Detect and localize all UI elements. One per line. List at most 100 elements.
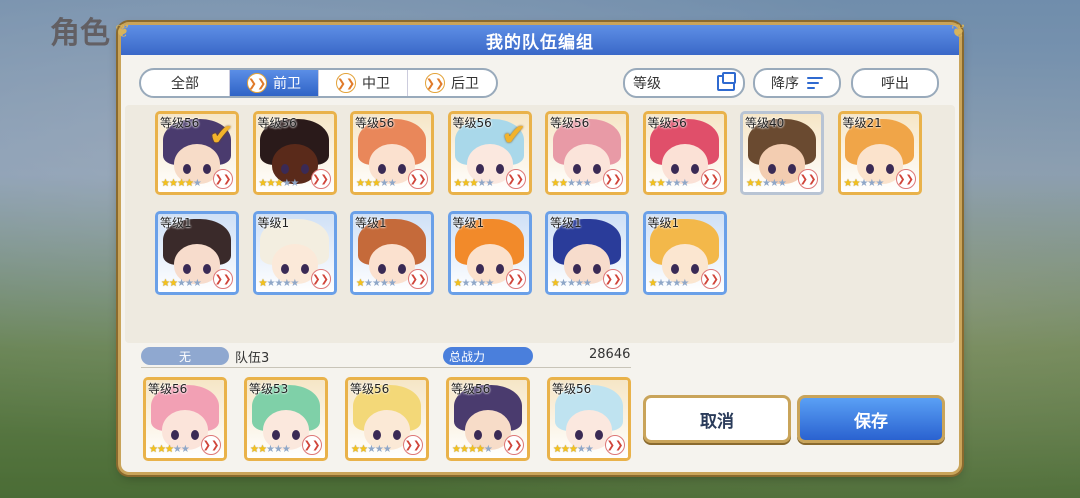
star-rating: ★★★★★ xyxy=(258,278,300,289)
level-label: 等级56 xyxy=(647,116,687,130)
tab-label: 后卫 xyxy=(451,76,479,92)
star-rating: ★★★★★ xyxy=(356,278,397,289)
team-member-slot[interactable]: 等级53 ★★★★★ ❯❯ xyxy=(244,377,328,461)
star-rating: ★★★★★ xyxy=(149,444,190,455)
corner-ornament-right: ❦ xyxy=(951,21,967,42)
chevron-icon: ❯❯ xyxy=(603,169,623,189)
chevron-icon: ❯❯ xyxy=(213,269,233,289)
tab-all[interactable]: 全部 xyxy=(141,70,230,96)
chevron-icon: ❯❯ xyxy=(505,269,526,289)
position-tabs: 全部 ❯❯ 前卫 ❯❯ 中卫 ❯❯ 后卫 xyxy=(139,68,498,98)
roster-card[interactable]: 等级1 ★★★★★ ❯❯ xyxy=(545,211,629,295)
star-rating: ★★★★★ xyxy=(351,444,392,455)
team-member-slot[interactable]: 等级56 ★★★★★ ❯❯ xyxy=(143,377,227,461)
level-label: 等级1 xyxy=(355,216,387,230)
level-label: 等级56 xyxy=(350,382,390,396)
chevron-icon: ❯❯ xyxy=(425,73,445,93)
star-rating: ★★★★★ xyxy=(453,278,495,289)
level-label: 等级53 xyxy=(249,382,289,396)
star-rating: ★★★★★ xyxy=(746,178,787,189)
team-member-slot[interactable]: 等级56 ★★★★★ ❯❯ xyxy=(345,377,429,461)
level-label: 等级56 xyxy=(355,116,395,130)
chevron-icon: ❯❯ xyxy=(302,435,322,455)
chevron-icon: ❯❯ xyxy=(505,169,526,189)
level-filter-label: 等级 xyxy=(633,76,661,92)
roster-card[interactable]: 等级1 ★★★★★ ❯❯ xyxy=(642,211,727,295)
level-label: 等级56 xyxy=(452,116,492,130)
level-label: 等级1 xyxy=(257,216,290,230)
tab-rearguard[interactable]: ❯❯ 后卫 xyxy=(408,70,496,96)
star-rating: ★★★★★ xyxy=(551,278,592,289)
roster-card[interactable]: 等级40 ★★★★★ ❯❯ xyxy=(740,111,824,195)
level-label: 等级1 xyxy=(452,216,485,230)
team-member-slot[interactable]: 等级56 ★★★★★ ❯❯ xyxy=(547,377,631,461)
roster-card[interactable]: 等级56 ★★★★★ ❯❯ ✔ xyxy=(447,111,532,195)
roster-card[interactable]: 等级1 ★★★★★ ❯❯ xyxy=(155,211,239,295)
roster-card[interactable]: 等级56 ★★★★★ ❯❯ xyxy=(545,111,629,195)
chevron-icon: ❯❯ xyxy=(336,73,356,93)
team-edit-dialog: 我的队伍编组 ❦ ❦ 全部 ❯❯ 前卫 ❯❯ 中卫 ❯❯ 后卫 等级 降序 呼出… xyxy=(115,21,966,472)
level-label: 等级21 xyxy=(842,116,882,130)
guild-tag: 无 xyxy=(141,347,229,365)
star-rating: ★★★★★ xyxy=(258,178,300,189)
level-label: 等级56 xyxy=(148,382,188,396)
team-name: 队伍3 xyxy=(235,351,270,366)
star-rating: ★★★★★ xyxy=(250,444,291,455)
level-icon xyxy=(717,72,736,91)
chevron-icon: ❯❯ xyxy=(603,269,623,289)
level-label: 等级1 xyxy=(160,216,192,230)
roster-card[interactable]: 等级56 ★★★★★ ❯❯ xyxy=(350,111,434,195)
roster-card[interactable]: 等级1 ★★★★★ ❯❯ xyxy=(252,211,337,295)
star-rating: ★★★★★ xyxy=(356,178,397,189)
call-button[interactable]: 呼出 xyxy=(851,68,939,98)
chevron-icon: ❯❯ xyxy=(504,435,524,455)
star-rating: ★★★★★ xyxy=(648,278,690,289)
chevron-icon: ❯❯ xyxy=(798,169,818,189)
roster-card[interactable]: 等级56 ★★★★★ ❯❯ xyxy=(252,111,337,195)
tab-midguard[interactable]: ❯❯ 中卫 xyxy=(319,70,408,96)
level-label: 等级56 xyxy=(160,116,200,130)
tab-label: 前卫 xyxy=(273,76,301,92)
chevron-icon: ❯❯ xyxy=(403,435,423,455)
roster-card[interactable]: 等级56 ★★★★★ ❯❯ ✔ xyxy=(155,111,239,195)
star-rating: ★★★★★ xyxy=(551,178,592,189)
total-power-label: 总战力 xyxy=(443,347,533,365)
star-rating: ★★★★★ xyxy=(161,278,202,289)
level-label: 等级56 xyxy=(257,116,297,130)
roster-card[interactable]: 等级1 ★★★★★ ❯❯ xyxy=(350,211,434,295)
tab-label: 全部 xyxy=(171,76,199,92)
level-label: 等级56 xyxy=(451,382,491,396)
level-label: 等级40 xyxy=(745,116,785,130)
team-member-slot[interactable]: 等级56 ★★★★★ ❯❯ xyxy=(446,377,530,461)
sort-order-label: 降序 xyxy=(771,76,799,92)
corner-ornament-left: ❦ xyxy=(115,21,131,42)
tab-label: 中卫 xyxy=(362,76,390,92)
chevron-icon: ❯❯ xyxy=(310,169,331,189)
chevron-icon: ❯❯ xyxy=(700,169,721,189)
star-rating: ★★★★★ xyxy=(553,444,594,455)
level-label: 等级56 xyxy=(552,382,592,396)
star-rating: ★★★★★ xyxy=(648,178,690,189)
save-button[interactable]: 保存 xyxy=(797,395,945,443)
level-label: 等级56 xyxy=(550,116,590,130)
divider xyxy=(141,367,631,368)
star-rating: ★★★★★ xyxy=(161,178,202,189)
dialog-title: 我的队伍编组 xyxy=(121,25,959,55)
tab-vanguard[interactable]: ❯❯ 前卫 xyxy=(230,70,319,96)
sort-order-button[interactable]: 降序 xyxy=(753,68,841,98)
roster-card[interactable]: 等级56 ★★★★★ ❯❯ xyxy=(642,111,727,195)
checkmark-icon: ✔ xyxy=(501,118,527,153)
filter-toolbar: 全部 ❯❯ 前卫 ❯❯ 中卫 ❯❯ 后卫 等级 降序 呼出 xyxy=(139,68,941,98)
chevron-icon: ❯❯ xyxy=(895,169,916,189)
cancel-button[interactable]: 取消 xyxy=(643,395,791,443)
roster-card[interactable]: 等级21 ★★★★★ ❯❯ xyxy=(837,111,922,195)
chevron-icon: ❯❯ xyxy=(408,169,428,189)
level-filter-button[interactable]: 等级 xyxy=(623,68,745,98)
character-roster: 等级56 ★★★★★ ❯❯ ✔ 等级56 ★★★★★ ❯❯ 等级56 ★★★★★ ❯❯ 等级56 ★★… xyxy=(125,105,955,343)
chevron-icon: ❯❯ xyxy=(247,73,267,93)
star-rating: ★★★★★ xyxy=(452,444,493,455)
chevron-icon: ❯❯ xyxy=(213,169,233,189)
chevron-icon: ❯❯ xyxy=(310,269,331,289)
chevron-icon: ❯❯ xyxy=(605,435,625,455)
roster-card[interactable]: 等级1 ★★★★★ ❯❯ xyxy=(447,211,532,295)
